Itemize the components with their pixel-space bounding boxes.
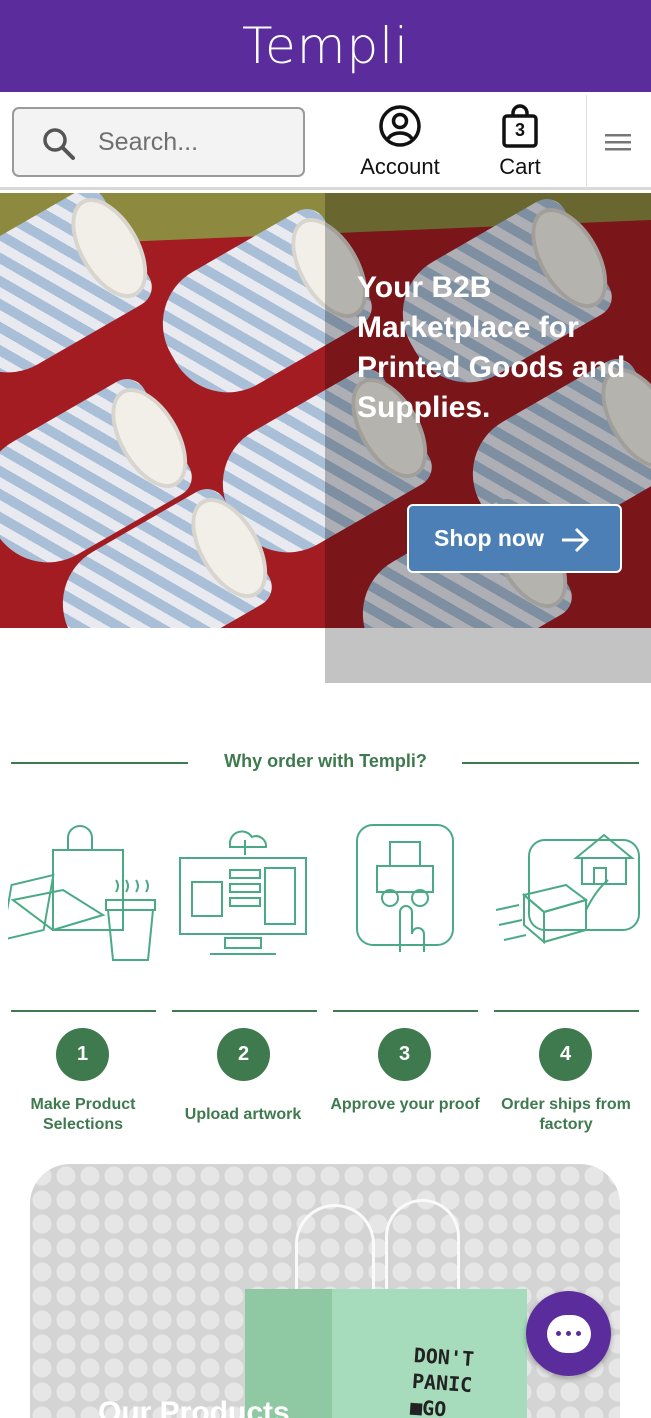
hero-overlay-footer: [325, 628, 651, 683]
cart-button[interactable]: 3 Cart: [470, 104, 570, 184]
cart-count: 3: [514, 120, 525, 140]
search-icon: [43, 128, 75, 160]
step-number: 2: [217, 1028, 270, 1081]
chat-button[interactable]: [526, 1291, 611, 1376]
bag-handle: [295, 1204, 375, 1299]
step-label: Upload artwork: [184, 1106, 302, 1123]
hero-overlay: [325, 193, 651, 683]
menu-button[interactable]: [586, 95, 651, 189]
hero-title: Your B2B Marketplace for Printed Goods a…: [357, 271, 626, 424]
shopping-bag-box-cup-icon: [8, 825, 156, 961]
bag-handle: [385, 1199, 460, 1299]
why-title: Why order with Templi?: [224, 751, 427, 771]
cart-icon: 3: [500, 104, 540, 148]
shop-now-label: Shop now: [434, 525, 544, 551]
account-icon: [379, 105, 421, 147]
step-number: 4: [539, 1028, 592, 1081]
products-card[interactable]: DON'T PANIC ■GO: [30, 1164, 620, 1418]
step-divider: [333, 1010, 478, 1012]
bag-print: DON'T PANIC ■GO: [409, 1342, 475, 1418]
chat-icon: [546, 1314, 591, 1353]
templi-logo[interactable]: Templi: [242, 17, 409, 75]
top-bar: Templi: [0, 0, 651, 92]
nav-bar: Account 3 Cart: [0, 92, 651, 190]
step-divider: [11, 1010, 156, 1012]
arrow-right-icon: [562, 527, 590, 553]
step-number: 1: [56, 1028, 109, 1081]
step-label: Make Product Selections: [30, 1096, 136, 1133]
why-section-header: Why order with Templi?: [0, 745, 651, 780]
step-divider: [172, 1010, 317, 1012]
monitor-upload-icon: [179, 830, 307, 955]
step-label: Order ships from factory: [501, 1096, 631, 1133]
search-box[interactable]: [12, 107, 305, 177]
shop-now-button[interactable]: Shop now: [407, 504, 622, 573]
delivery-house-icon: [495, 833, 640, 945]
account-label: Account: [360, 154, 440, 179]
hamburger-icon: [605, 134, 631, 151]
step-number: 3: [378, 1028, 431, 1081]
search-input[interactable]: [98, 109, 298, 175]
touch-approve-icon: [356, 824, 454, 952]
step-divider: [494, 1010, 639, 1012]
step-label: Approve your proof: [330, 1096, 480, 1113]
products-title: Our Products: [98, 1396, 290, 1418]
cart-label: Cart: [499, 154, 541, 179]
account-button[interactable]: Account: [350, 104, 450, 184]
